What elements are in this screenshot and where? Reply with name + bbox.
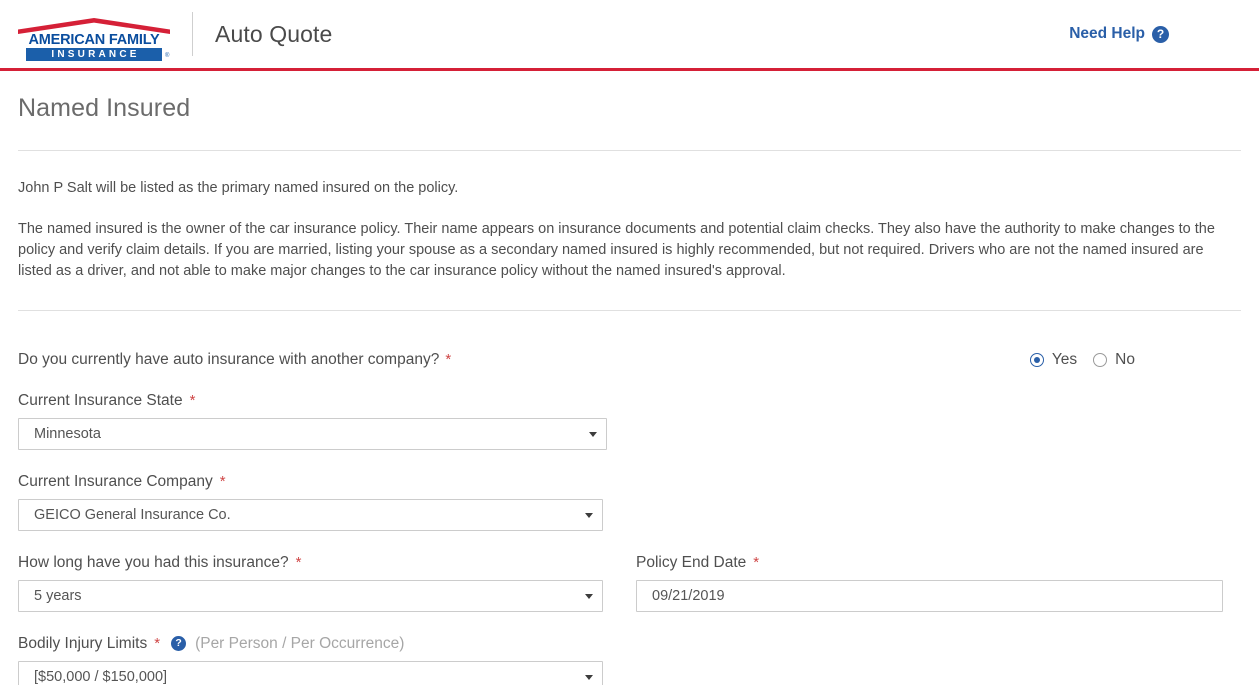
current-insurance-company-required-marker: * (220, 473, 226, 490)
need-help-label: Need Help (1069, 25, 1145, 43)
current-insurance-company-select[interactable]: GEICO General Insurance Co. (18, 499, 603, 531)
current-insurance-company-label-row: Current Insurance Company * (18, 473, 636, 491)
header-divider (192, 12, 193, 56)
field-policy-end-date: Policy End Date * 09/21/2019 (636, 554, 1236, 612)
page-title: Named Insured (18, 95, 1241, 123)
policy-end-date-input[interactable]: 09/21/2019 (636, 580, 1223, 612)
how-long-insurance-label-row: How long have you had this insurance? * (18, 554, 636, 572)
current-insurance-state-required-marker: * (190, 392, 196, 409)
chevron-down-icon[interactable] (585, 513, 593, 518)
need-help-link[interactable]: Need Help ? (1069, 25, 1169, 43)
current-insurance-state-select[interactable]: Minnesota (18, 418, 607, 450)
american-family-logo[interactable]: AMERICAN FAMILY INSURANCE ® (18, 12, 170, 56)
bodily-injury-limits-label-row: Bodily Injury Limits * ? (Per Person / P… (18, 635, 636, 653)
radio-yes-label: Yes (1052, 351, 1077, 369)
field-bodily-injury-limits: Bodily Injury Limits * ? (Per Person / P… (18, 635, 636, 685)
field-how-long-insurance: How long have you had this insurance? * … (18, 554, 636, 612)
current-insurance-company-value: GEICO General Insurance Co. (34, 507, 231, 523)
policy-end-date-value: 09/21/2019 (652, 588, 725, 604)
app-header: AMERICAN FAMILY INSURANCE ® Auto Quote N… (0, 0, 1259, 68)
logo-brand-line2: INSURANCE (26, 48, 162, 61)
bodily-injury-limits-value: [$50,000 / $150,000] (34, 669, 167, 685)
policy-end-date-label: Policy End Date (636, 554, 746, 572)
how-long-insurance-select[interactable]: 5 years (18, 580, 603, 612)
has-other-insurance-row: Do you currently have auto insurance wit… (18, 351, 1241, 369)
radio-no-label: No (1115, 351, 1135, 369)
bodily-injury-limits-sublabel: (Per Person / Per Occurrence) (195, 635, 404, 653)
primary-insured-statement: John P Salt will be listed as the primar… (18, 178, 1241, 199)
named-insured-form: Do you currently have auto insurance wit… (18, 351, 1241, 685)
current-insurance-state-label-row: Current Insurance State * (18, 392, 636, 410)
how-long-insurance-required-marker: * (296, 554, 302, 571)
section-divider (18, 310, 1241, 311)
current-insurance-state-label: Current Insurance State (18, 392, 183, 410)
bodily-injury-help-icon[interactable]: ? (171, 636, 186, 651)
chevron-down-icon[interactable] (585, 594, 593, 599)
field-current-insurance-company: Current Insurance Company * GEICO Genera… (18, 473, 636, 531)
has-other-insurance-radio-group: Yes No (1030, 351, 1135, 369)
current-insurance-company-label: Current Insurance Company (18, 473, 213, 491)
insurance-duration-row: How long have you had this insurance? * … (18, 531, 1241, 612)
radio-option-yes[interactable]: Yes (1030, 351, 1077, 369)
bodily-injury-limits-label: Bodily Injury Limits (18, 635, 147, 653)
help-question-icon[interactable]: ? (1152, 26, 1169, 43)
bodily-injury-limits-select[interactable]: [$50,000 / $150,000] (18, 661, 603, 685)
app-title: Auto Quote (215, 21, 332, 48)
how-long-insurance-label: How long have you had this insurance? (18, 554, 289, 572)
policy-end-date-required-marker: * (753, 554, 759, 571)
radio-option-no[interactable]: No (1093, 351, 1135, 369)
logo-brand-line1: AMERICAN FAMILY (18, 33, 170, 48)
page-body: Named Insured John P Salt will be listed… (0, 95, 1259, 685)
chevron-down-icon[interactable] (589, 432, 597, 437)
has-other-insurance-required-marker: * (445, 351, 451, 368)
radio-yes-indicator[interactable] (1030, 353, 1044, 367)
how-long-insurance-value: 5 years (34, 588, 82, 604)
bodily-injury-limits-required-marker: * (154, 635, 160, 652)
header-accent-rule (0, 68, 1259, 71)
title-divider (18, 150, 1241, 151)
has-other-insurance-label: Do you currently have auto insurance wit… (18, 351, 439, 369)
radio-no-indicator[interactable] (1093, 353, 1107, 367)
chevron-down-icon[interactable] (585, 675, 593, 680)
current-insurance-state-value: Minnesota (34, 426, 101, 442)
field-current-insurance-state: Current Insurance State * Minnesota (18, 392, 636, 450)
logo-registered-mark: ® (165, 53, 169, 59)
named-insured-description: The named insured is the owner of the ca… (18, 219, 1241, 282)
policy-end-date-label-row: Policy End Date * (636, 554, 1236, 572)
